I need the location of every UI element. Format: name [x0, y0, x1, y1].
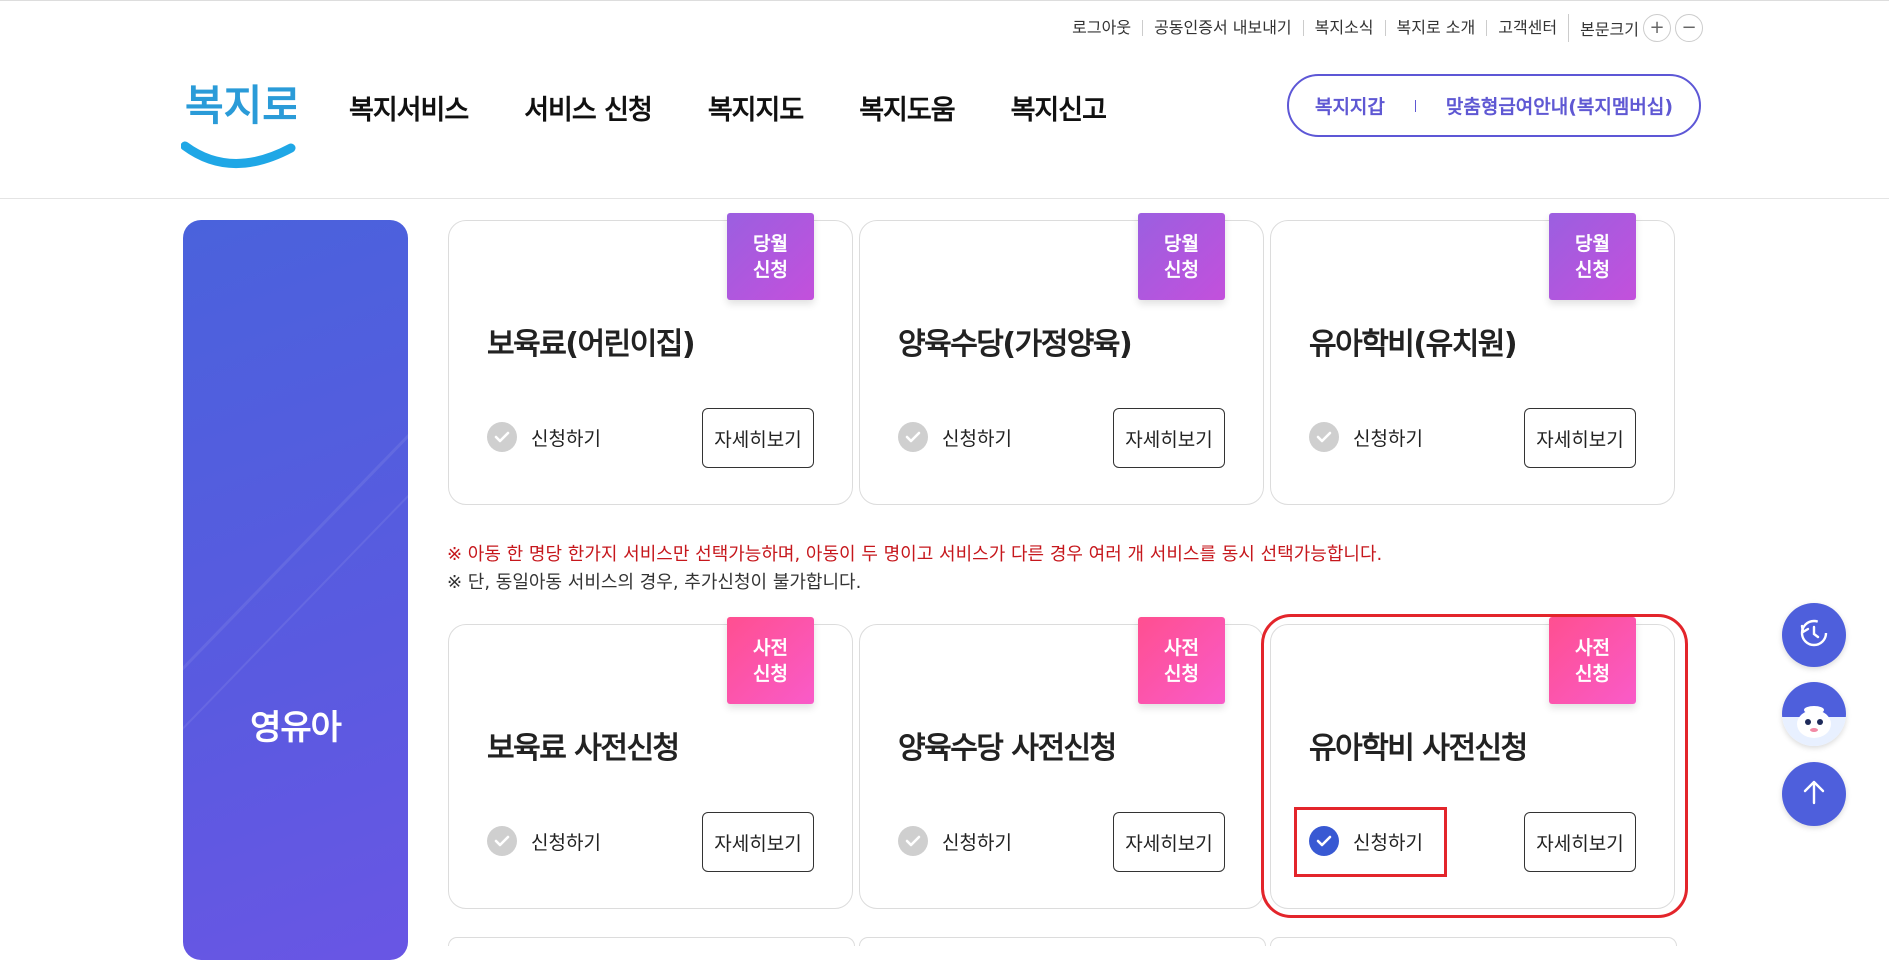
status-badge: 사전 신청: [727, 617, 814, 704]
detail-button[interactable]: 자세히보기: [1113, 408, 1225, 468]
pill-divider: [1414, 99, 1416, 112]
status-badge: 사전 신청: [1138, 617, 1225, 704]
service-card: 당월 신청 양육수당(가정양육) 신청하기 자세히보기: [859, 213, 1264, 505]
top-border: [0, 0, 1889, 1]
apply-checkbox[interactable]: 신청하기: [898, 422, 1012, 452]
status-badge: 당월 신청: [1138, 213, 1225, 300]
apply-checkbox[interactable]: 신청하기: [487, 826, 601, 856]
category-label: 영유아: [250, 708, 342, 748]
apply-label: 신청하기: [1353, 427, 1423, 450]
membership-link[interactable]: 맞춤형급여안내(복지멤버십): [1446, 92, 1673, 119]
chatbot-button[interactable]: [1782, 682, 1846, 746]
nav-welfare-report[interactable]: 복지신고: [1011, 88, 1107, 127]
utility-nav: 로그아웃 공동인증서 내보내기 복지소식 복지로 소개 고객센터 본문크기 + …: [1061, 14, 1703, 42]
apply-label: 신청하기: [942, 831, 1012, 854]
detail-button[interactable]: 자세히보기: [702, 812, 814, 872]
card-title: 유아학비(유치원): [1309, 327, 1518, 362]
notice-line-2: ※ 단, 동일아동 서비스의 경우, 추가신청이 불가합니다.: [447, 572, 862, 593]
next-card-peek: [448, 937, 855, 946]
logo-text: 복지로: [185, 81, 296, 130]
about-link[interactable]: 복지로 소개: [1384, 20, 1487, 36]
nav-welfare-map[interactable]: 복지지도: [708, 88, 804, 127]
check-icon: [487, 826, 517, 856]
nav-service-apply[interactable]: 서비스 신청: [524, 88, 653, 127]
apply-checkbox[interactable]: 신청하기: [487, 422, 601, 452]
apply-checkbox[interactable]: 신청하기: [898, 826, 1012, 856]
nav-welfare-help[interactable]: 복지도움: [859, 88, 955, 127]
cert-export-link[interactable]: 공동인증서 내보내기: [1142, 20, 1303, 36]
font-increase-button[interactable]: +: [1643, 14, 1671, 42]
history-icon: [1797, 616, 1831, 654]
detail-button[interactable]: 자세히보기: [1524, 408, 1636, 468]
service-card: 사전 신청 보육료 사전신청 신청하기 자세히보기: [448, 617, 853, 909]
nav-welfare-service[interactable]: 복지서비스: [349, 88, 469, 127]
apply-label: 신청하기: [531, 427, 601, 450]
check-icon: [898, 422, 928, 452]
header-divider: [0, 198, 1889, 199]
font-size-control: 본문크기 + −: [1568, 14, 1703, 42]
next-card-peek: [859, 937, 1266, 946]
bokjiro-logo[interactable]: 복지로: [180, 70, 301, 174]
header-quick-pill: 복지지갑 맞춤형급여안내(복지멤버십): [1287, 74, 1701, 137]
arrow-up-icon: [1799, 777, 1829, 811]
card-title: 보육료 사전신청: [487, 731, 680, 766]
status-badge: 당월 신청: [727, 213, 814, 300]
check-icon: [1309, 422, 1339, 452]
highlight-box-apply: [1294, 807, 1447, 877]
chatbot-mascot-icon: [1782, 682, 1846, 746]
apply-checkbox[interactable]: 신청하기: [1309, 422, 1423, 452]
notice-text: ※ 아동 한 명당 한가지 서비스만 선택가능하며, 아동이 두 명이고 서비스…: [447, 541, 1382, 597]
apply-label: 신청하기: [531, 831, 601, 854]
welfare-wallet-link[interactable]: 복지지갑: [1315, 92, 1385, 119]
history-button[interactable]: [1782, 603, 1846, 667]
card-title: 양육수당 사전신청: [898, 731, 1117, 766]
status-badge: 당월 신청: [1549, 213, 1636, 300]
card-title: 보육료(어린이집): [487, 327, 696, 362]
card-title: 양육수당(가정양육): [898, 327, 1133, 362]
check-icon: [487, 422, 517, 452]
welfare-news-link[interactable]: 복지소식: [1302, 20, 1385, 36]
font-decrease-button[interactable]: −: [1675, 14, 1703, 42]
main-nav: 복지서비스 서비스 신청 복지지도 복지도움 복지신고: [349, 88, 1162, 127]
notice-line-1: ※ 아동 한 명당 한가지 서비스만 선택가능하며, 아동이 두 명이고 서비스…: [447, 544, 1383, 565]
apply-label: 신청하기: [942, 427, 1012, 450]
next-card-peek: [1270, 937, 1677, 946]
service-card: 당월 신청 보육료(어린이집) 신청하기 자세히보기: [448, 213, 853, 505]
detail-button[interactable]: 자세히보기: [1113, 812, 1225, 872]
font-size-label: 본문크기: [1580, 20, 1639, 39]
check-icon: [898, 826, 928, 856]
scroll-top-button[interactable]: [1782, 762, 1846, 826]
category-sidebar: [183, 220, 408, 960]
detail-button[interactable]: 자세히보기: [702, 408, 814, 468]
logout-link[interactable]: 로그아웃: [1061, 20, 1142, 36]
service-card: 당월 신청 유아학비(유치원) 신청하기 자세히보기: [1270, 213, 1675, 505]
customer-center-link[interactable]: 고객센터: [1486, 20, 1568, 36]
service-card: 사전 신청 양육수당 사전신청 신청하기 자세히보기: [859, 617, 1264, 909]
